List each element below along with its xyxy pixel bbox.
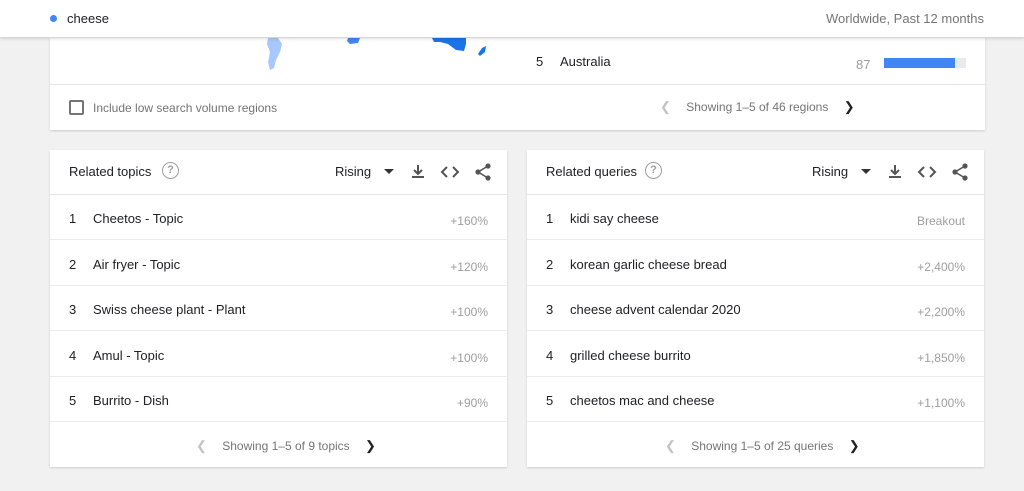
region-value: 87	[856, 57, 871, 72]
low-volume-checkbox[interactable]	[69, 100, 84, 115]
topics-pagination-label: Showing 1–5 of 9 topics	[222, 439, 350, 453]
help-icon[interactable]: ?	[645, 162, 662, 179]
list-item[interactable]: 5 Burrito - Dish +90%	[50, 377, 507, 422]
item-label: Swiss cheese plant - Plant	[93, 302, 246, 317]
download-icon[interactable]	[885, 162, 905, 182]
item-label: kidi say cheese	[570, 211, 659, 226]
related-topics-panel: Related topics ? Rising 1 Cheetos - Topi…	[50, 150, 507, 467]
chevron-left-icon[interactable]: ❮	[660, 99, 671, 115]
download-icon[interactable]	[408, 162, 428, 182]
item-rank: 5	[546, 393, 554, 408]
region-name: Australia	[560, 54, 611, 69]
region-pagination: ❮ Showing 1–5 of 46 regions ❯	[660, 99, 855, 115]
search-term-label: cheese	[67, 11, 109, 26]
embed-icon[interactable]	[917, 162, 937, 182]
rising-dropdown[interactable]: Rising	[335, 164, 371, 179]
item-value: +1,100%	[917, 396, 965, 410]
list-item[interactable]: 1 Cheetos - Topic +160%	[50, 195, 507, 240]
rising-dropdown[interactable]: Rising	[812, 164, 848, 179]
item-rank: 4	[546, 348, 554, 363]
queries-pagination-label: Showing 1–5 of 25 queries	[691, 439, 834, 453]
chevron-left-icon[interactable]: ❮	[665, 438, 676, 454]
chevron-down-icon[interactable]	[384, 169, 394, 174]
term-color-dot	[50, 15, 57, 22]
low-volume-label: Include low search volume regions	[93, 101, 278, 115]
item-label: cheese advent calendar 2020	[570, 302, 741, 317]
list-item[interactable]: 3 Swiss cheese plant - Plant +100%	[50, 286, 507, 331]
item-rank: 3	[546, 302, 554, 317]
share-icon[interactable]	[950, 162, 970, 182]
region-bar	[884, 58, 966, 68]
list-item[interactable]: 5 cheetos mac and cheese +1,100%	[527, 377, 984, 422]
chevron-right-icon[interactable]: ❯	[844, 99, 855, 115]
embed-icon[interactable]	[440, 162, 460, 182]
item-label: Amul - Topic	[93, 348, 165, 363]
help-icon[interactable]: ?	[162, 162, 179, 179]
item-label: grilled cheese burrito	[570, 348, 691, 363]
queries-pagination: ❮ Showing 1–5 of 25 queries ❯	[665, 438, 860, 454]
world-map[interactable]	[250, 38, 510, 70]
chevron-right-icon[interactable]: ❯	[849, 438, 860, 454]
item-value: +160%	[450, 214, 488, 228]
scope-label: Worldwide, Past 12 months	[826, 11, 984, 26]
item-rank: 3	[69, 302, 77, 317]
item-value: +100%	[450, 351, 488, 365]
item-rank: 1	[69, 211, 77, 226]
region-rank: 5	[536, 54, 544, 69]
list-item[interactable]: 2 Air fryer - Topic +120%	[50, 241, 507, 286]
item-rank: 1	[546, 211, 554, 226]
item-label: Cheetos - Topic	[93, 211, 184, 226]
share-icon[interactable]	[473, 162, 493, 182]
item-rank: 2	[69, 257, 77, 272]
item-label: korean garlic cheese bread	[570, 257, 727, 272]
item-rank: 4	[69, 348, 77, 363]
item-label: Air fryer - Topic	[93, 257, 181, 272]
list-item[interactable]: 2 korean garlic cheese bread +2,400%	[527, 241, 984, 286]
list-item[interactable]: 3 cheese advent calendar 2020 +2,200%	[527, 286, 984, 331]
list-item[interactable]: 1 kidi say cheese Breakout	[527, 195, 984, 240]
item-value: +1,850%	[917, 351, 965, 365]
related-topics-header: Related topics ? Rising	[50, 150, 507, 195]
region-bar-fill	[884, 58, 956, 68]
chevron-down-icon[interactable]	[861, 169, 871, 174]
item-rank: 5	[69, 393, 77, 408]
region-footer: Include low search volume regions ❮ Show…	[50, 84, 985, 130]
item-value: +90%	[456, 396, 488, 410]
item-value: +2,400%	[917, 260, 965, 274]
chevron-right-icon[interactable]: ❯	[365, 438, 376, 454]
region-row-australia[interactable]: 5 Australia 87	[536, 54, 966, 74]
search-term-header: cheese Worldwide, Past 12 months	[0, 0, 1024, 38]
topics-footer: ❮ Showing 1–5 of 9 topics ❯	[50, 423, 507, 467]
chevron-left-icon[interactable]: ❮	[196, 438, 207, 454]
item-value: +120%	[450, 260, 488, 274]
panel-title: Related queries	[546, 164, 638, 179]
queries-footer: ❮ Showing 1–5 of 25 queries ❯	[527, 423, 984, 467]
related-queries-panel: Related queries ? Rising 1 kidi say chee…	[527, 150, 984, 467]
item-value: +2,200%	[917, 305, 965, 319]
item-value: Breakout	[916, 214, 965, 228]
map-shapes	[267, 38, 486, 70]
related-queries-header: Related queries ? Rising	[527, 150, 984, 195]
item-value: +100%	[450, 305, 488, 319]
item-label: cheetos mac and cheese	[570, 393, 715, 408]
panel-title: Related topics	[69, 164, 152, 179]
list-item[interactable]: 4 grilled cheese burrito +1,850%	[527, 332, 984, 377]
topics-pagination: ❮ Showing 1–5 of 9 topics ❯	[196, 438, 376, 454]
list-item[interactable]: 4 Amul - Topic +100%	[50, 332, 507, 377]
item-rank: 2	[546, 257, 554, 272]
item-label: Burrito - Dish	[93, 393, 169, 408]
region-pagination-label: Showing 1–5 of 46 regions	[686, 100, 829, 114]
